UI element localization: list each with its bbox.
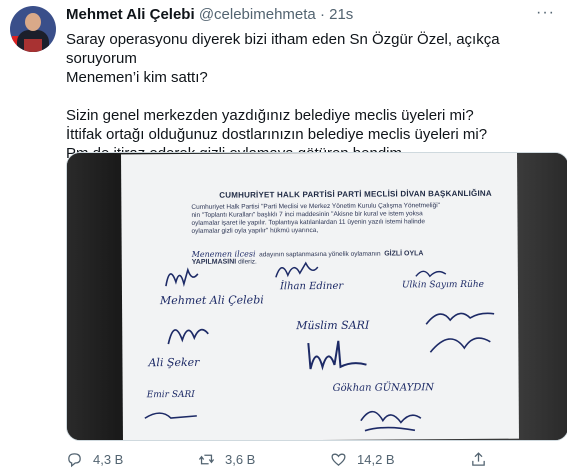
share-icon	[472, 452, 485, 466]
signature-name: Mehmet Ali Çelebi	[159, 293, 264, 308]
avatar-head-shape	[25, 13, 41, 31]
tweet-text-line: İttifak ortağı olduğunuz dostlarınızın b…	[66, 126, 488, 143]
reply-count: 4,3 B	[93, 452, 124, 467]
signature-scribble	[275, 261, 319, 278]
signature-name: İlhan Ediner	[279, 280, 344, 293]
document-paper: CUMHURİYET HALK PARTİSİ PARTİ MECLİSİ Dİ…	[121, 153, 519, 440]
retweet-count: 3,6 B	[225, 452, 256, 467]
signature-name: Gökhan GÜNAYDIN	[332, 382, 435, 394]
signature-scribble	[167, 328, 209, 345]
tweet-time[interactable]: 21s	[329, 6, 353, 23]
document-body: Cumhuriyet Halk Partisi "Parti Meclisi v…	[191, 202, 531, 236]
podium-shape	[24, 39, 42, 52]
like-button[interactable]: 14,2 B	[330, 451, 395, 468]
share-button[interactable]	[470, 451, 487, 468]
handwritten-place: Menemen ilcesi	[191, 249, 256, 259]
tweet-text: Saray operasyonu diyerek bizi itham eden…	[66, 30, 556, 163]
signature-scribble	[165, 267, 199, 288]
tweet-text-line: Menemen’i kim sattı?	[66, 69, 208, 86]
reply-icon	[68, 453, 81, 468]
signature-name: Ali Şeker	[148, 355, 200, 370]
author-handle[interactable]: @celebimehmeta	[199, 6, 316, 23]
tweet-text-line: Saray operasyonu diyerek bizi itham eden…	[66, 31, 500, 67]
tweet-photo[interactable]: CUMHURİYET HALK PARTİSİ PARTİ MECLİSİ Dİ…	[66, 152, 567, 441]
tweet-text-line: Sizin genel merkezden yazdığınız belediy…	[66, 107, 474, 124]
retweet-button[interactable]: 3,6 B	[198, 451, 255, 468]
tweet-actions: 4,3 B 3,6 B 14,2 B	[66, 451, 546, 469]
signature-name: Müslim SARI	[296, 318, 370, 333]
signature-name: Emir SARI	[146, 389, 195, 401]
document-line: oylamalar gizli oyla yapılır" hükmü uyar…	[191, 227, 319, 235]
signature-scribble	[307, 340, 367, 371]
heart-icon	[331, 453, 346, 466]
avatar[interactable]	[10, 6, 56, 52]
more-options-icon[interactable]: ···	[536, 4, 555, 22]
document-text: dileriz.	[238, 258, 257, 266]
retweet-icon	[198, 454, 215, 465]
signature-scribble	[144, 412, 197, 419]
signature-scribble	[425, 312, 495, 353]
signature-name: Ulkin Sayım Rühe	[401, 279, 485, 291]
document-title: CUMHURİYET HALK PARTİSİ PARTİ MECLİSİ Dİ…	[219, 188, 492, 200]
document-bold-text: GİZLİ OYLA	[384, 250, 424, 258]
signature-scribble	[360, 410, 422, 432]
author-name[interactable]: Mehmet Ali Çelebi	[66, 6, 195, 23]
tweet-header: Mehmet Ali Çelebi @celebimehmeta · 21s	[66, 6, 353, 23]
separator-dot: ·	[319, 6, 325, 23]
like-count: 14,2 B	[357, 452, 395, 467]
reply-button[interactable]: 4,3 B	[66, 451, 123, 468]
